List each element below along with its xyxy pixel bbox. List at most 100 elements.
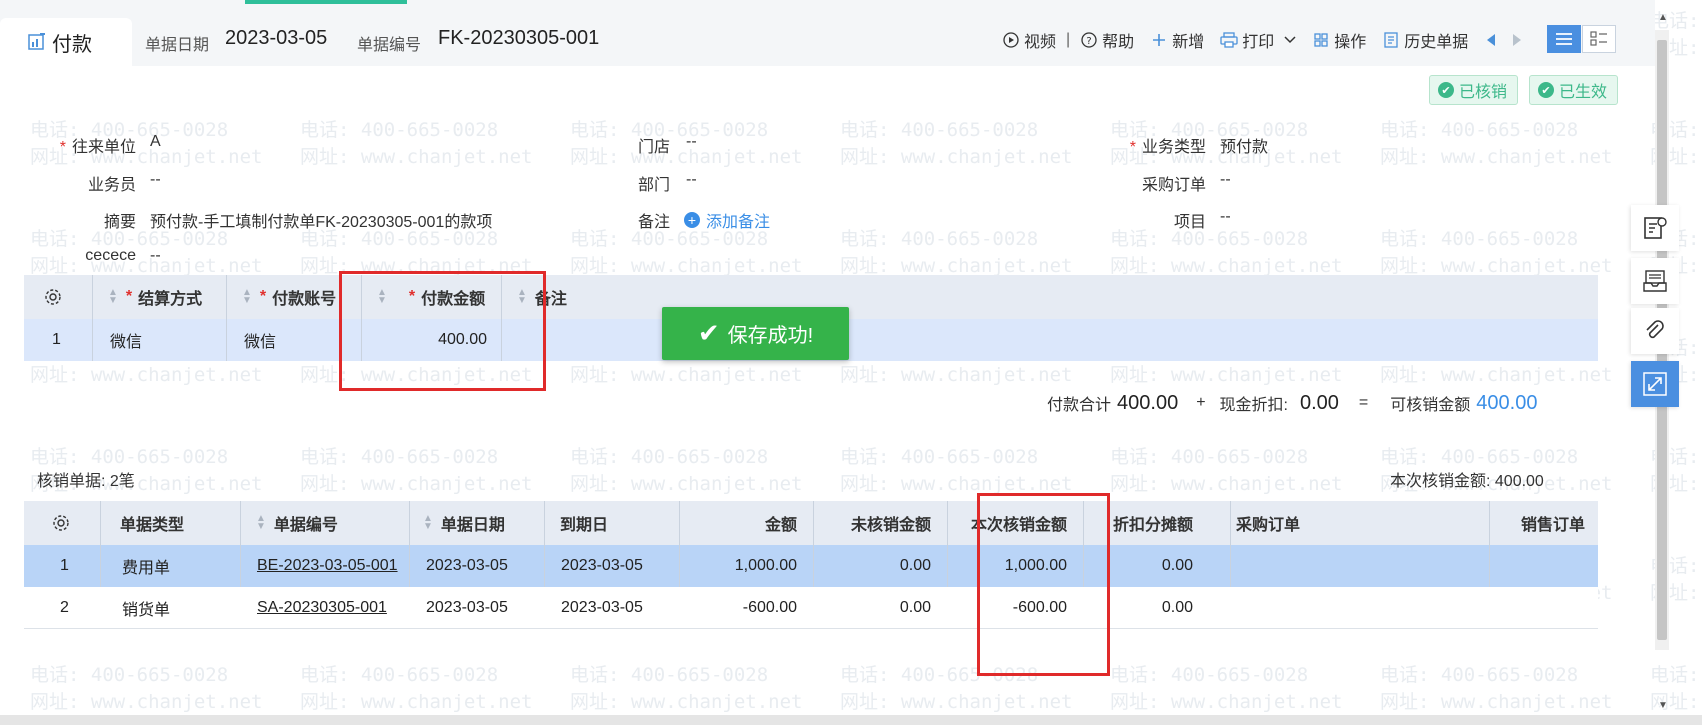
column-settings-button[interactable]: [44, 275, 74, 319]
watermark-text: 电话: 400-665-0028网址: www.chanjet.net: [840, 446, 1073, 495]
col-doc-type[interactable]: 单据类型: [120, 501, 184, 545]
watermark-text: 电话: 400-665-0028网址: www.chanjet.net: [30, 664, 263, 713]
summary-value[interactable]: 预付款-手工填制付款单FK-20230305-001的款项: [150, 208, 492, 232]
list-icon: [1556, 33, 1572, 45]
add-remark-button[interactable]: + 添加备注: [684, 208, 770, 232]
cell-amount: -600.00: [742, 598, 797, 616]
discount-value: 0.00: [1299, 391, 1339, 414]
col-settle-method[interactable]: ▲ ▼ * 结算方式: [108, 275, 202, 319]
doc-no-value: FK-20230305-001: [438, 27, 600, 49]
watermark-text: 电话: 400-665-0028网址: www.chanjet.net: [1110, 446, 1343, 495]
col-due-date[interactable]: 到期日: [560, 501, 608, 545]
gear-icon: [45, 289, 61, 305]
biz-type-value[interactable]: 预付款: [1220, 133, 1268, 157]
prev-doc-button[interactable]: [1486, 33, 1496, 47]
highlight-box-this-writeoff: [977, 493, 1110, 676]
operate-button[interactable]: 操作: [1312, 28, 1366, 52]
store-value[interactable]: --: [686, 133, 697, 151]
column-settings-button[interactable]: [52, 501, 70, 545]
history-button[interactable]: 历史单据: [1382, 28, 1468, 52]
writeoff-available-label: 可核销金额: [1390, 397, 1471, 414]
side-inbox-button[interactable]: [1631, 258, 1679, 304]
payment-document-page: 电话: 400-665-0028网址: www.chanjet.net 电话: 4…: [0, 0, 1702, 725]
cell-due-date: 2023-03-05: [561, 598, 643, 616]
col-amount[interactable]: 金额: [679, 501, 797, 545]
plus-sign: +: [1196, 394, 1206, 411]
side-expand-button[interactable]: [1631, 361, 1679, 407]
dept-label: 部门: [637, 177, 670, 194]
card-view-button[interactable]: [1582, 25, 1616, 53]
writeoff-available-value: 400.00: [1476, 391, 1538, 414]
project-value[interactable]: --: [1220, 208, 1231, 226]
cell-amount: 1,000.00: [734, 557, 797, 574]
cell-pay-account[interactable]: 微信: [244, 319, 276, 361]
cell-settle-method[interactable]: 微信: [110, 319, 142, 361]
doc-no-link[interactable]: BE-2023-03-05-001: [257, 557, 398, 575]
watermark-text: 电话: 400-665-0028网址: www.chanjet.net: [1110, 664, 1343, 713]
chevron-down-icon[interactable]: [1284, 36, 1296, 44]
col-purchase-order[interactable]: 采购订单: [1236, 501, 1300, 545]
watermark-text: 电话: 400-665-0028网址: www.chanjet.net: [1110, 228, 1343, 277]
print-button[interactable]: 打印: [1220, 28, 1296, 52]
sort-icon: ▲ ▼: [423, 513, 433, 532]
help-button[interactable]: ? 帮助: [1080, 28, 1134, 52]
watermark-text: 电话: 400-665-0028网址: www.chanjet.net: [1380, 664, 1613, 713]
partner-value[interactable]: A: [150, 133, 161, 151]
next-doc-button[interactable]: [1512, 33, 1522, 47]
col-doc-date[interactable]: ▲ ▼ 单据日期: [423, 501, 505, 545]
sort-icon: ▲ ▼: [108, 287, 118, 306]
po-label: 采购订单: [1141, 177, 1206, 194]
check-circle-icon: ✔: [1438, 82, 1454, 98]
chart-icon: [28, 33, 45, 50]
printer-icon: [1220, 31, 1238, 49]
doc-no-link[interactable]: SA-20230305-001: [257, 599, 387, 617]
col-pay-account[interactable]: ▲ ▼ * 付款账号: [242, 275, 336, 319]
status-badge-written-off: ✔ 已核销: [1429, 75, 1519, 105]
check-icon: ✔: [697, 318, 720, 348]
custom-field-label: cecece: [85, 247, 136, 264]
pay-total-label: 付款合计: [1047, 397, 1112, 414]
plus-circle-icon: +: [684, 212, 700, 228]
horizontal-scrollbar[interactable]: [0, 715, 1702, 725]
triangle-left-icon: [1487, 34, 1496, 46]
row-number: 1: [60, 557, 69, 574]
add-button[interactable]: 新增: [1150, 28, 1204, 52]
col-doc-no[interactable]: ▲ ▼ 单据编号: [256, 501, 338, 545]
watermark-text: 电话: 400-665-0028网址: www.chanjet.net: [1380, 228, 1613, 277]
totals-bar: 付款合计 400.00 + 现金折扣: 0.00 = 可核销金额 400.00: [1047, 390, 1537, 416]
salesman-label: 业务员: [87, 177, 136, 194]
grid-icon: [1312, 31, 1330, 49]
inbox-icon: [1643, 270, 1667, 292]
watermark-text: 电话: 400-665-0028网址: www.chanjet.net: [840, 228, 1073, 277]
custom-field-value[interactable]: --: [150, 247, 161, 265]
table-row[interactable]: 1 费用单 BE-2023-03-05-001 2023-03-05 2023-…: [24, 545, 1598, 587]
triangle-right-icon: [1513, 34, 1522, 46]
watermark-text: 电话: 400-665-0028网址: www.chanjet.net: [1380, 119, 1613, 168]
summary-label: 摘要: [103, 214, 136, 231]
highlight-box-pay-amount: [339, 271, 546, 391]
watermark-text: 电话: 400-665-0028网址: www.chanjet.net: [570, 446, 803, 495]
sort-icon: ▲ ▼: [242, 287, 252, 306]
sort-icon: ▲ ▼: [256, 513, 266, 532]
side-notes-button[interactable]: [1631, 205, 1679, 251]
document-settings-icon: [1644, 217, 1667, 239]
po-value[interactable]: --: [1220, 171, 1231, 189]
side-attachment-button[interactable]: [1631, 308, 1679, 354]
salesman-value[interactable]: --: [150, 171, 161, 189]
card-view-icon: [1590, 31, 1607, 46]
list-view-button[interactable]: [1547, 25, 1581, 53]
watermark-text: 电话: 400-665-0028网址: www.chanjet.net: [300, 664, 533, 713]
table-header: 单据类型 ▲ ▼ 单据编号 ▲ ▼ 单据日期 到期日 金额 未核销金额 本次核销金额 折…: [24, 501, 1598, 545]
col-unwritten[interactable]: 未核销金额: [813, 501, 931, 545]
col-sales-order[interactable]: 销售订单: [1489, 501, 1585, 545]
doc-date-label: 单据日期: [145, 37, 210, 54]
scroll-down-arrow[interactable]: ▼: [1658, 700, 1668, 711]
active-tab-indicator: [245, 0, 407, 4]
dept-value[interactable]: --: [686, 171, 697, 189]
table-row[interactable]: 2 销货单 SA-20230305-001 2023-03-05 2023-03…: [24, 587, 1598, 629]
video-button[interactable]: 视频: [1002, 28, 1056, 52]
scroll-up-arrow[interactable]: ▲: [1658, 12, 1668, 23]
remark-label: 备注: [637, 214, 670, 231]
biz-type-label: * 业务类型: [1129, 139, 1206, 156]
cell-due-date: 2023-03-05: [561, 557, 643, 574]
